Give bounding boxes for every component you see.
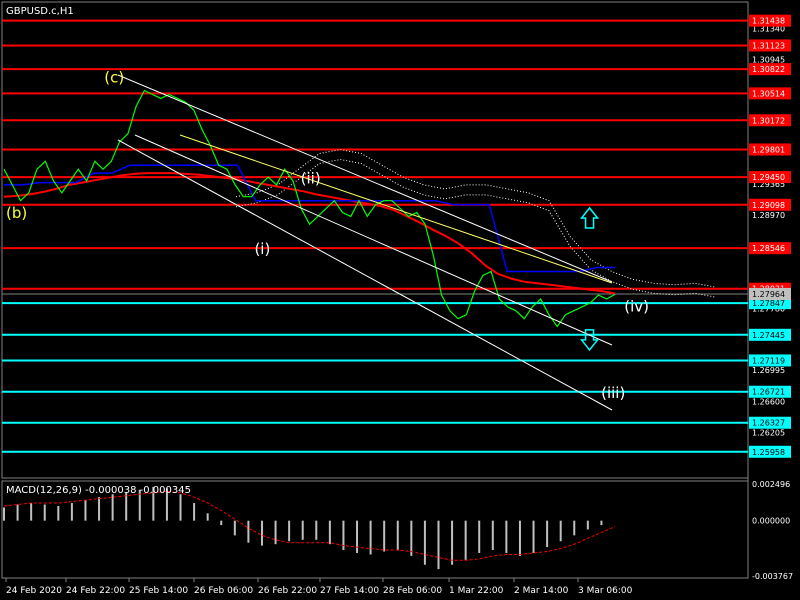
cyan-level-tag-text: 1.27847 bbox=[752, 299, 785, 308]
chart-title: GBPUSD.c,H1 bbox=[6, 6, 74, 17]
wave-label: (iv) bbox=[624, 298, 649, 316]
time-axis-tick: 24 Feb 22:00 bbox=[66, 586, 125, 596]
time-axis-tick: 27 Feb 14:00 bbox=[320, 586, 379, 596]
red-level-tag-text: 1.30172 bbox=[752, 116, 785, 125]
macd-axis-tick: 0.000000 bbox=[752, 517, 790, 526]
red-level-tag: 1.30172 bbox=[749, 114, 791, 127]
red-level-tag: 1.28546 bbox=[749, 242, 791, 255]
cyan-level-tag: 1.26721 bbox=[749, 385, 791, 398]
macd-axis-tick: 0.002496 bbox=[752, 480, 790, 489]
time-axis-tick: 24 Feb 2020 bbox=[6, 586, 62, 596]
cyan-level-tag: 1.27445 bbox=[749, 328, 791, 341]
red-level-tag: 1.29450 bbox=[749, 171, 791, 184]
red-level-tag-text: 1.29098 bbox=[752, 201, 785, 210]
red-level-tag: 1.29098 bbox=[749, 198, 791, 211]
time-axis-tick: 2 Mar 14:00 bbox=[514, 586, 569, 596]
wave-label: (iii) bbox=[601, 384, 625, 402]
macd-axis-tick: -0.003767 bbox=[752, 572, 793, 581]
red-level-tag: 1.29801 bbox=[749, 143, 791, 156]
cyan-level-tag-text: 1.25958 bbox=[752, 448, 785, 457]
wave-label: (b) bbox=[6, 204, 27, 222]
red-level-tag-text: 1.28546 bbox=[752, 244, 785, 253]
current-price-tag: 1.27964 bbox=[749, 287, 791, 300]
price-axis-tick: 1.30945 bbox=[752, 55, 785, 64]
red-level-tag: 1.30514 bbox=[749, 87, 791, 100]
time-axis-tick: 26 Feb 06:00 bbox=[194, 586, 253, 596]
time-axis-tick: 26 Feb 22:00 bbox=[258, 586, 317, 596]
price-axis-tick: 1.26205 bbox=[752, 428, 785, 437]
red-level-tag: 1.31438 bbox=[749, 14, 791, 27]
cyan-level-tag-text: 1.27119 bbox=[752, 356, 785, 365]
wave-label: (i) bbox=[254, 240, 270, 258]
macd-title: MACD(12,26,9) -0.000038 -0.000345 bbox=[6, 485, 191, 496]
price-axis-tick: 1.26600 bbox=[752, 397, 785, 406]
cyan-level-tag-text: 1.27445 bbox=[752, 331, 785, 340]
red-level-tag-text: 1.29450 bbox=[752, 173, 785, 182]
red-level-tag-text: 1.30514 bbox=[752, 89, 785, 98]
time-axis-tick: 28 Feb 06:00 bbox=[383, 586, 442, 596]
red-level-tag-text: 1.30822 bbox=[752, 65, 785, 74]
cyan-level-tag-text: 1.26721 bbox=[752, 388, 785, 397]
cyan-level-tag-text: 1.26327 bbox=[752, 419, 785, 428]
time-axis-tick: 3 Mar 06:00 bbox=[578, 586, 633, 596]
red-level-tag-text: 1.29801 bbox=[752, 145, 785, 154]
wave-label: (ii) bbox=[301, 169, 321, 187]
chart-canvas: (b)(c)(i)(ii)(iii)(iv) 1.313401.309451.2… bbox=[1, 1, 793, 596]
price-axis-tick: 1.26995 bbox=[752, 366, 785, 375]
current-price-tag-text: 1.27964 bbox=[752, 290, 785, 299]
red-level-tag: 1.30822 bbox=[749, 63, 791, 76]
wave-label: (c) bbox=[104, 69, 124, 87]
red-level-tag-text: 1.31438 bbox=[752, 17, 785, 26]
cyan-level-tag: 1.27119 bbox=[749, 354, 791, 367]
time-axis-tick: 1 Mar 22:00 bbox=[449, 586, 504, 596]
red-level-tag: 1.31123 bbox=[749, 39, 791, 52]
cyan-level-tag: 1.26327 bbox=[749, 416, 791, 429]
cyan-level-tag: 1.25958 bbox=[749, 445, 791, 458]
red-level-tag-text: 1.31123 bbox=[752, 41, 785, 50]
time-axis-tick: 25 Feb 14:00 bbox=[129, 586, 188, 596]
price-axis-tick: 1.28970 bbox=[752, 211, 785, 220]
